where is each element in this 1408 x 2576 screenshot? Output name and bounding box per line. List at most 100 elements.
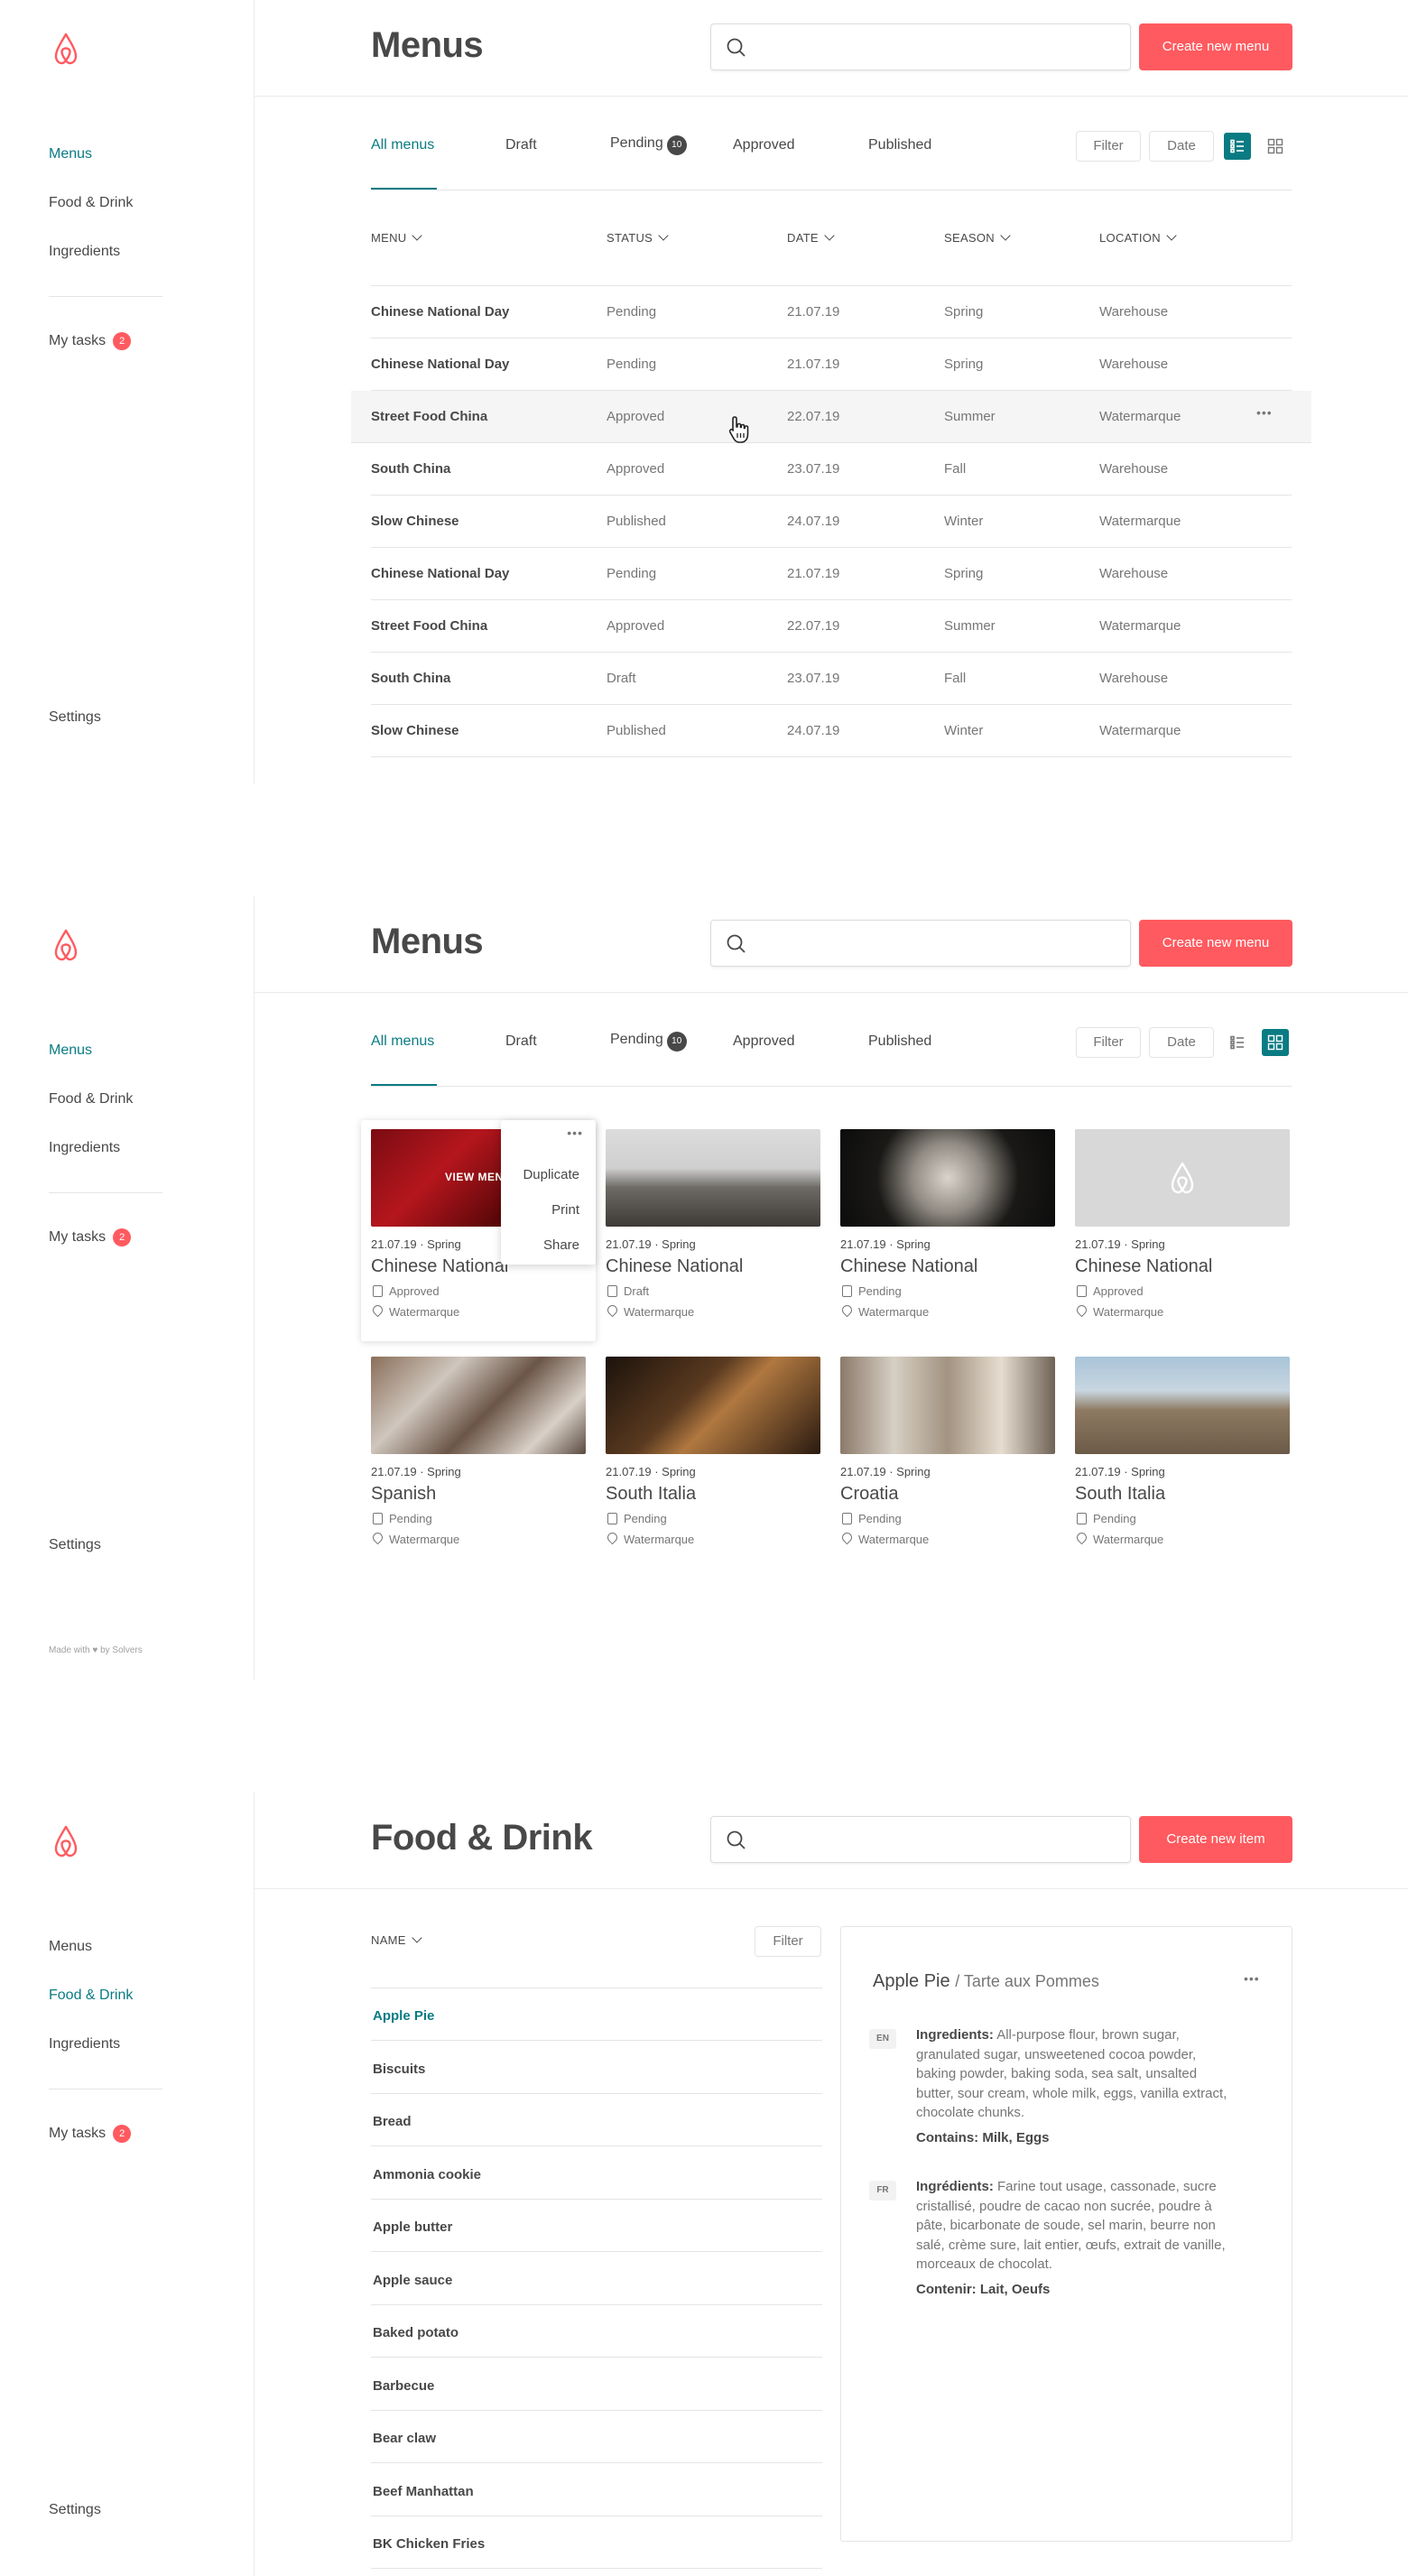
tab-all-menus[interactable]: All menus	[371, 137, 434, 153]
table-row[interactable]: Street Food China Approved 22.07.19 Summer W…	[371, 600, 1292, 653]
location-pin-icon	[839, 1530, 855, 1545]
cell-season: Spring	[944, 566, 984, 581]
menu-card-image[interactable]	[371, 1357, 586, 1454]
nav-settings[interactable]: Settings	[49, 1537, 101, 1553]
tab-published[interactable]: Published	[868, 1033, 931, 1050]
table-row[interactable]: Slow Chinese Published 24.07.19 Winter Water…	[371, 705, 1292, 757]
filter-button[interactable]: Filter	[1076, 131, 1141, 162]
list-item[interactable]: Apple sauce	[371, 2253, 822, 2305]
list-item[interactable]: Bear claw	[371, 2411, 822, 2463]
grid-view-button[interactable]	[1262, 133, 1289, 160]
print-menu-item[interactable]: Print	[551, 1202, 579, 1218]
list-item[interactable]: BK Chicken Fries	[371, 2516, 822, 2569]
menu-card[interactable]: 21.07.19 · Spring Chinese National Approve…	[1074, 1129, 1290, 1319]
menu-card-image[interactable]	[1075, 1129, 1290, 1227]
menu-card-meta: 21.07.19 · Spring	[1075, 1465, 1165, 1478]
menu-card[interactable]: 21.07.19 · Spring Chinese National Draft Wa…	[605, 1129, 820, 1319]
nav-my-tasks-label: My tasks	[49, 2126, 107, 2141]
column-menu[interactable]: MENU	[371, 230, 423, 245]
menu-card[interactable]: 21.07.19 · Spring South Italia Pending Wate…	[605, 1357, 820, 1546]
logo-icon[interactable]	[48, 927, 84, 963]
list-item[interactable]: Apple butter	[371, 2200, 822, 2252]
create-menu-button[interactable]: Create new menu	[1139, 920, 1292, 967]
tab-pending[interactable]: Pending 10	[610, 1032, 687, 1052]
list-item[interactable]: Bread	[371, 2094, 822, 2146]
logo-icon[interactable]	[48, 31, 84, 67]
list-view-button[interactable]	[1224, 1029, 1251, 1056]
nav-divider	[49, 1192, 162, 1193]
table-row[interactable]: Street Food China Approved 22.07.19 Summer W…	[351, 391, 1311, 443]
more-icon[interactable]: •••	[1244, 1971, 1260, 1986]
nav-food-drink[interactable]: Food & Drink	[49, 195, 133, 211]
logo-icon[interactable]	[48, 1823, 84, 1859]
column-location[interactable]: LOCATION	[1099, 230, 1177, 245]
nav-settings[interactable]: Settings	[49, 2502, 101, 2518]
menu-card[interactable]: 21.07.19 · Spring South Italia Pending Wate…	[1074, 1357, 1290, 1546]
table-row[interactable]: Chinese National Day Pending 21.07.19 Sprin…	[371, 548, 1292, 600]
list-item[interactable]: Barbecue	[371, 2358, 822, 2411]
column-status-label: STATUS	[607, 231, 653, 245]
list-item[interactable]: Biscuits	[371, 2042, 822, 2094]
menu-card[interactable]: 21.07.19 · Spring Croatia Pending Watermarq…	[839, 1357, 1055, 1546]
menu-card-image[interactable]	[606, 1357, 820, 1454]
nav-settings[interactable]: Settings	[49, 709, 101, 726]
table-row[interactable]: South China Approved 23.07.19 Fall Warehouse	[371, 443, 1292, 496]
nav-food-drink[interactable]: Food & Drink	[49, 1988, 133, 2004]
column-status[interactable]: STATUS	[607, 230, 669, 245]
nav-my-tasks[interactable]: My tasks 2	[49, 332, 132, 350]
tab-approved[interactable]: Approved	[733, 137, 795, 153]
menu-card[interactable]: 21.07.19 · Spring Spanish Pending Watermarq…	[370, 1357, 586, 1546]
list-view-button[interactable]	[1224, 133, 1251, 160]
list-item[interactable]: Baked potato	[371, 2305, 822, 2358]
cell-season: Fall	[944, 461, 967, 477]
date-button[interactable]: Date	[1149, 131, 1214, 162]
column-name[interactable]: NAME	[371, 1932, 422, 1947]
tab-draft[interactable]: Draft	[505, 137, 537, 153]
create-item-button[interactable]: Create new item	[1139, 1816, 1292, 1863]
table-row[interactable]: Slow Chinese Published 24.07.19 Winter Water…	[371, 496, 1292, 548]
grid-view-button[interactable]	[1262, 1029, 1289, 1056]
more-icon[interactable]: •••	[1256, 405, 1273, 420]
nav-menus[interactable]: Menus	[49, 1939, 92, 1955]
column-date[interactable]: DATE	[787, 230, 835, 245]
nav-menus[interactable]: Menus	[49, 146, 92, 162]
nav-ingredients[interactable]: Ingredients	[49, 2036, 120, 2052]
menu-card-image[interactable]	[840, 1129, 1055, 1227]
nav-food-drink[interactable]: Food & Drink	[49, 1091, 133, 1107]
search-input[interactable]	[710, 920, 1131, 967]
menu-card[interactable]: 21.07.19 · Spring Chinese National Pending…	[839, 1129, 1055, 1319]
tab-draft[interactable]: Draft	[505, 1033, 537, 1050]
more-icon[interactable]: •••	[567, 1126, 583, 1140]
menu-card-image[interactable]	[1075, 1357, 1290, 1454]
nav-ingredients[interactable]: Ingredients	[49, 244, 120, 260]
list-item[interactable]: Apple Pie	[371, 1988, 822, 2041]
tab-all-menus[interactable]: All menus	[371, 1033, 434, 1050]
list-item[interactable]: Beef Manhattan	[371, 2464, 822, 2516]
menu-card-image[interactable]	[606, 1129, 820, 1227]
nav-my-tasks[interactable]: My tasks 2	[49, 1228, 132, 1246]
list-item[interactable]: Ammonia cookie	[371, 2147, 822, 2200]
create-menu-button[interactable]: Create new menu	[1139, 23, 1292, 70]
nav-my-tasks[interactable]: My tasks 2	[49, 2125, 132, 2143]
table-row[interactable]: Chinese National Day Pending 21.07.19 Sprin…	[371, 338, 1292, 391]
menu-card-status: Pending	[371, 1512, 586, 1525]
tab-pending[interactable]: Pending 10	[610, 135, 687, 155]
chevron-down-icon	[412, 230, 423, 241]
tab-published[interactable]: Published	[868, 137, 931, 153]
menu-card-location-text: Watermarque	[624, 1305, 695, 1319]
table-row[interactable]: Chinese National Day Pending 21.07.19 Sprin…	[371, 286, 1292, 338]
filter-button[interactable]: Filter	[1076, 1027, 1141, 1058]
menu-card-image[interactable]	[840, 1357, 1055, 1454]
filter-button[interactable]: Filter	[755, 1926, 821, 1957]
share-menu-item[interactable]: Share	[543, 1237, 579, 1253]
nav-ingredients[interactable]: Ingredients	[49, 1140, 120, 1156]
table-row[interactable]: South China Draft 23.07.19 Fall Warehouse	[371, 653, 1292, 705]
nav-menus[interactable]: Menus	[49, 1042, 92, 1059]
search-input[interactable]	[710, 1816, 1131, 1863]
duplicate-menu-item[interactable]: Duplicate	[523, 1167, 579, 1182]
column-season[interactable]: SEASON	[944, 230, 1011, 245]
date-button[interactable]: Date	[1149, 1027, 1214, 1058]
cell-date: 21.07.19	[787, 304, 840, 320]
tab-approved[interactable]: Approved	[733, 1033, 795, 1050]
search-input[interactable]	[710, 23, 1131, 70]
